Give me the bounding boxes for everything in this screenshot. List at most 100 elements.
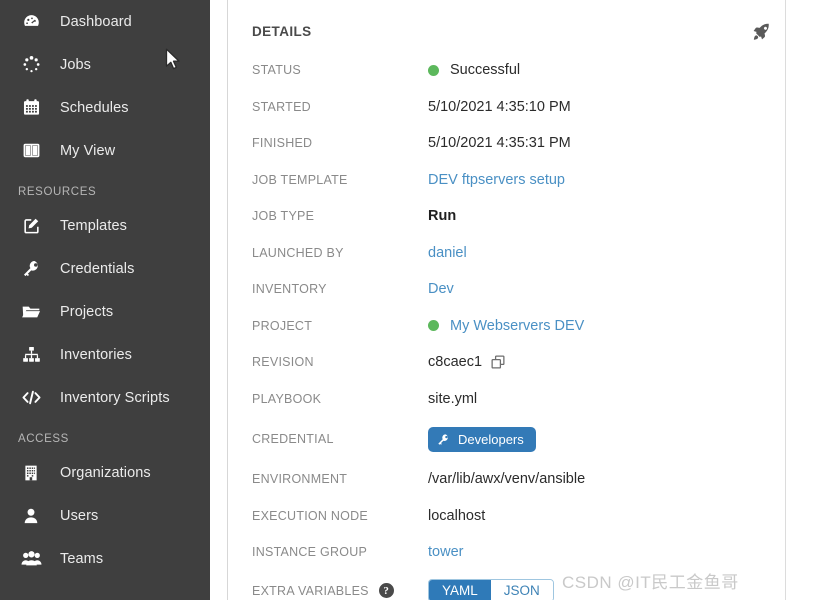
toggle-option-json[interactable]: JSON [490,580,553,600]
detail-label: LAUNCHED BY [252,245,344,260]
detail-row-launched-by: LAUNCHED BY daniel [252,235,816,272]
project-link[interactable]: My Webservers DEV [450,318,584,334]
sidebar-item-teams[interactable]: Teams [0,537,210,580]
sidebar-item-label: Dashboard [60,13,132,30]
detail-row-started: STARTED 5/10/2021 4:35:10 PM [252,89,816,126]
detail-value: Developers [428,426,536,452]
sidebar-item-templates[interactable]: Templates [0,204,210,247]
detail-value: localhost [428,507,486,524]
sidebar-item-schedules[interactable]: Schedules [0,86,210,129]
sidebar-item-label: Jobs [60,56,92,73]
sidebar-item-inventories[interactable]: Inventories [0,333,210,376]
detail-label: FINISHED [252,136,313,151]
copy-icon[interactable] [490,354,506,370]
user-icon [18,503,44,529]
sidebar-item-inventory-scripts[interactable]: Inventory Scripts [0,376,210,419]
revision-value: c8caec1 [428,354,483,371]
right-divider [785,0,786,600]
main-sidebar: Dashboard Jobs Schedules My View RESOURC… [0,0,210,600]
status-badge: Successful [450,62,521,79]
sidebar-item-projects[interactable]: Projects [0,290,210,333]
detail-row-job-type: JOB TYPE Run [252,198,816,235]
detail-label: JOB TYPE [252,209,315,224]
detail-row-project: PROJECT My Webservers DEV [252,308,816,345]
sidebar-item-label: Inventory Scripts [60,389,170,406]
detail-label: EXTRA VARIABLES ? [252,583,428,598]
detail-label: INSTANCE GROUP [252,545,368,560]
sidebar-item-label: Projects [60,303,114,320]
details-rows: STATUS Successful STARTED 5/10/2021 4:35… [252,52,816,600]
launched-by-link[interactable]: daniel [428,245,467,261]
sidebar-item-credentials[interactable]: Credentials [0,247,210,290]
help-circle-icon[interactable]: ? [378,583,394,598]
sidebar-item-label: My View [60,142,116,159]
job-template-link[interactable]: DEV ftpservers setup [428,172,565,188]
detail-row-revision: REVISION c8caec1 [252,344,816,381]
sidebar-item-jobs[interactable]: Jobs [0,43,210,86]
sidebar-item-dashboard[interactable]: Dashboard [0,0,210,43]
detail-row-execution-node: EXECUTION NODE localhost [252,498,816,535]
detail-label: REVISION [252,355,314,370]
key-icon [18,256,44,282]
sidebar-item-label: Inventories [60,346,133,363]
credential-chip-label: Developers [458,431,524,447]
detail-row-finished: FINISHED 5/10/2021 4:35:31 PM [252,125,816,162]
detail-value: site.yml [428,390,478,407]
key-icon [437,433,450,446]
columns-icon [18,138,44,164]
detail-row-extra-variables: EXTRA VARIABLES ? YAML JSON [252,571,816,600]
detail-value: /var/lib/awx/venv/ansible [428,471,586,488]
detail-label: CREDENTIAL [252,432,334,446]
detail-label: EXECUTION NODE [252,508,369,523]
detail-row-job-template: JOB TEMPLATE DEV ftpservers setup [252,162,816,199]
detail-label: STATUS [252,63,301,78]
calendar-icon [18,95,44,121]
project-status-dot [428,320,439,332]
sidebar-item-label: Templates [60,217,127,234]
detail-label: PLAYBOOK [252,391,322,406]
sidebar-content-divider [210,0,228,600]
detail-label: PROJECT [252,318,313,333]
jobs-spinner-icon [18,52,44,78]
detail-value: c8caec1 [428,354,506,370]
folder-icon [18,299,44,325]
detail-value: Successful [428,62,520,78]
toggle-option-yaml[interactable]: YAML [429,580,491,600]
detail-row-playbook: PLAYBOOK site.yml [252,381,816,418]
edit-square-icon [18,213,44,239]
extra-variables-label: EXTRA VARIABLES [252,583,369,598]
detail-value: 5/10/2021 4:35:31 PM [428,135,571,152]
inventory-link[interactable]: Dev [428,281,454,297]
detail-value: Run [428,208,457,225]
detail-label: JOB TEMPLATE [252,172,348,187]
extra-variables-format-toggle[interactable]: YAML JSON [428,579,554,600]
detail-value: YAML JSON [428,579,554,600]
building-icon [18,460,44,486]
sitemap-icon [18,342,44,368]
detail-value: My Webservers DEV [428,318,584,334]
detail-row-instance-group: INSTANCE GROUP tower [252,534,816,571]
sidebar-item-organizations[interactable]: Organizations [0,451,210,494]
credential-chip[interactable]: Developers [428,426,536,452]
sidebar-item-my-view[interactable]: My View [0,129,210,172]
sidebar-item-label: Credentials [60,260,135,277]
sidebar-section-access: Access [18,433,69,445]
detail-row-inventory: INVENTORY Dev [252,271,816,308]
detail-label: STARTED [252,99,311,114]
code-icon [18,385,44,411]
instance-group-link[interactable]: tower [428,544,463,560]
sidebar-section-resources: Resources [18,186,97,198]
detail-row-credential: CREDENTIAL Developers [252,417,816,461]
detail-value: 5/10/2021 4:35:10 PM [428,98,571,115]
status-dot [428,64,439,76]
detail-row-environment: ENVIRONMENT /var/lib/awx/venv/ansible [252,461,816,498]
detail-label: INVENTORY [252,282,327,297]
page-title: DETAILS [252,23,312,39]
sidebar-item-users[interactable]: Users [0,494,210,537]
users-group-icon [18,546,44,572]
sidebar-item-label: Organizations [60,464,151,481]
rocket-icon[interactable] [751,21,772,42]
detail-row-status: STATUS Successful [252,52,816,89]
detail-label: ENVIRONMENT [252,472,348,487]
job-details-panel: DETAILS STATUS Successful STARTED 5/10/2… [228,0,816,600]
